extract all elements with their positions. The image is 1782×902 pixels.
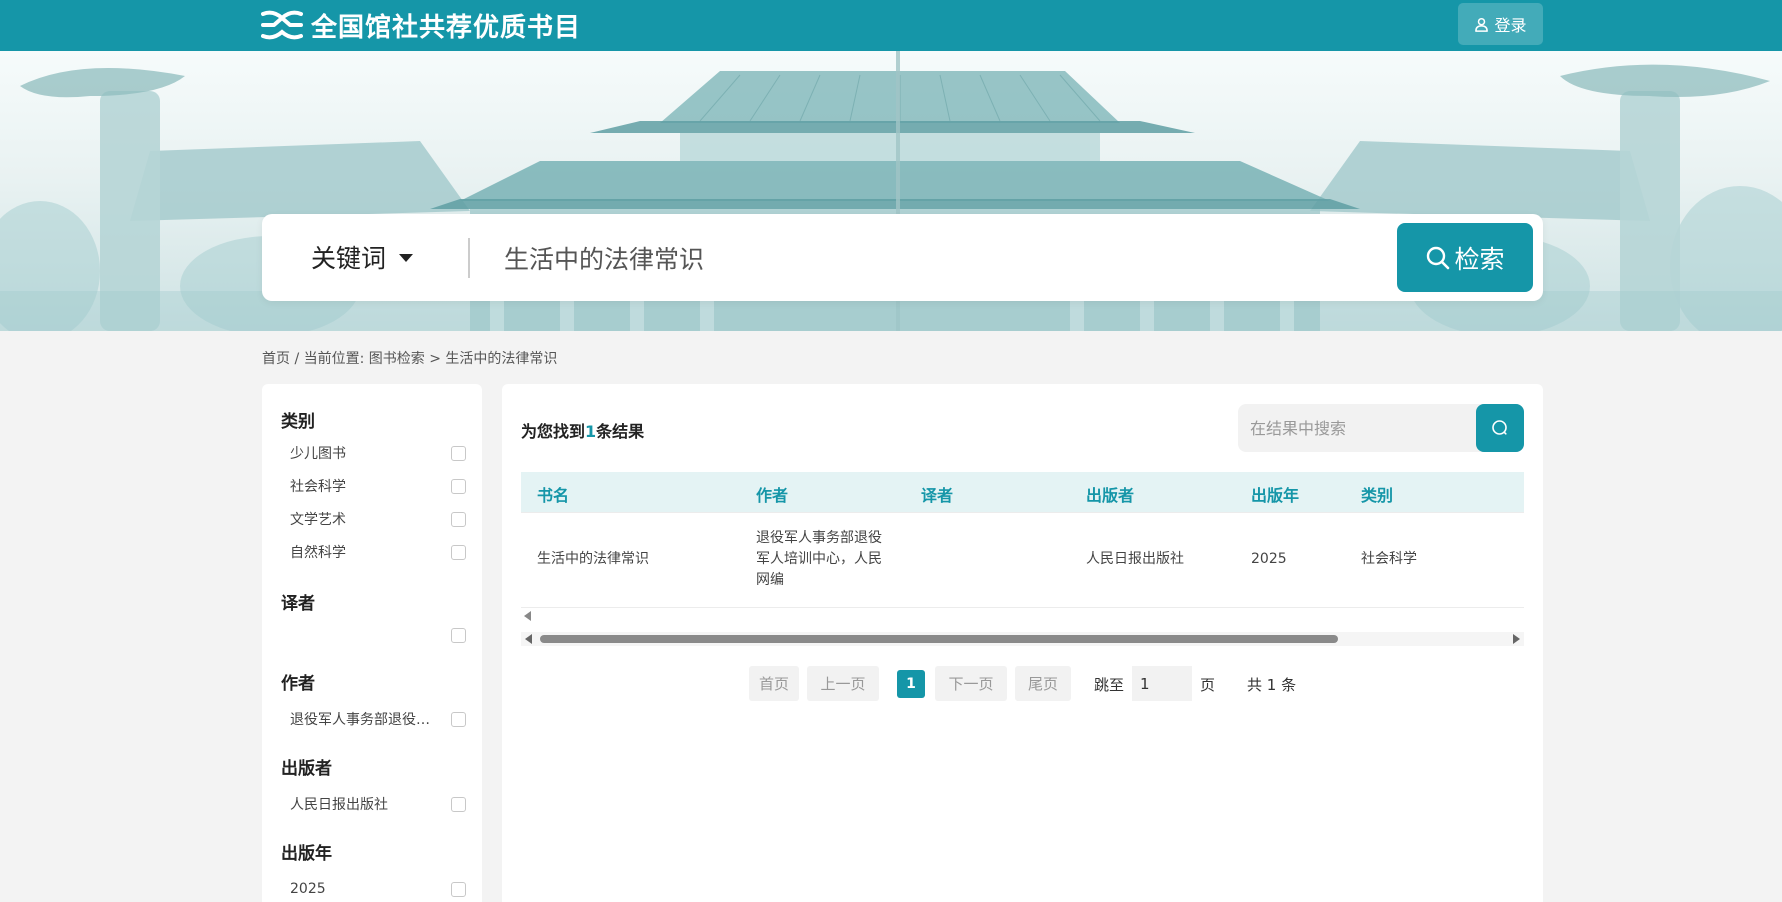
logo-icon [261, 10, 303, 40]
facet-checkbox[interactable] [451, 711, 466, 727]
results-table: 书名 作者 译者 出版者 出版年 类别 生活中的法律常识 退役军人事务部退役军人… [521, 472, 1524, 608]
search-icon [1427, 246, 1450, 269]
scroll-left-icon[interactable] [524, 611, 531, 621]
facet-label: 退役军人事务部退役军人培训中心，人民网编 [290, 712, 430, 728]
result-count: 为您找到1条结果 [521, 418, 644, 442]
search-icon [1492, 420, 1507, 435]
column-header-title[interactable]: 书名 [537, 482, 569, 506]
facet-label: 文学艺术 [290, 512, 346, 528]
table-header: 书名 作者 译者 出版者 出版年 类别 [521, 472, 1524, 512]
column-header-year[interactable]: 出版年 [1251, 482, 1299, 506]
search-within-button[interactable] [1476, 404, 1524, 452]
column-header-publisher[interactable]: 出版者 [1086, 482, 1134, 506]
search-field-label: 关键词 [311, 244, 387, 273]
column-header-category[interactable]: 类别 [1361, 482, 1393, 506]
facet-checkbox[interactable] [451, 445, 466, 461]
facet-label: 人民日报出版社 [290, 797, 388, 813]
scrollbar-thumb[interactable] [540, 635, 1338, 643]
column-header-author[interactable]: 作者 [756, 482, 788, 506]
first-page-button[interactable]: 首页 [749, 666, 799, 701]
last-page-button[interactable]: 尾页 [1015, 666, 1071, 701]
search-within-input[interactable] [1250, 416, 1470, 440]
facet-checkbox[interactable] [451, 796, 466, 812]
facet-checkbox[interactable] [451, 544, 466, 560]
page-unit-label: 页 [1200, 676, 1216, 694]
total-count: 共 1 条 [1247, 676, 1297, 694]
facet-checkbox[interactable] [451, 511, 466, 527]
jump-page-input[interactable] [1132, 666, 1192, 701]
search-input[interactable] [504, 236, 1404, 280]
prev-page-button[interactable]: 上一页 [807, 666, 879, 701]
cell-category: 社会科学 [1361, 551, 1417, 567]
jump-label: 跳至 [1094, 676, 1125, 694]
search-button-label: 检索 [1454, 244, 1505, 274]
facet-item-publisher[interactable]: 人民日报出版社 [290, 793, 466, 815]
cell-publisher: 人民日报出版社 [1086, 551, 1184, 567]
login-button[interactable]: 登录 [1458, 3, 1543, 45]
facet-label: 少儿图书 [290, 446, 346, 462]
facet-label: 社会科学 [290, 479, 346, 495]
facet-checkbox[interactable] [451, 478, 466, 494]
search-field-dropdown[interactable]: 关键词 [311, 238, 414, 276]
search-within-results [1238, 404, 1524, 452]
facet-item-translator[interactable] [290, 624, 466, 646]
facet-title-year: 出版年 [281, 844, 332, 864]
caret-down-icon [399, 254, 414, 262]
login-label: 登录 [1494, 16, 1527, 35]
scroll-left-arrow-icon[interactable] [525, 634, 532, 644]
facet-title-translator: 译者 [281, 594, 315, 614]
cell-title[interactable]: 生活中的法律常识 [537, 549, 649, 570]
facet-item-category[interactable]: 社会科学 [290, 475, 466, 497]
facet-title-publisher: 出版者 [281, 759, 332, 779]
filter-sidebar: 类别 少儿图书 社会科学 文学艺术 自然科学 译者 作者 退役军人事务部退役军人… [262, 384, 482, 902]
search-button[interactable]: 检索 [1397, 223, 1533, 292]
facet-item-author[interactable]: 退役军人事务部退役军人培训中心，人民网编 [290, 708, 466, 730]
pagination: 首页 上一页 1 下一页 尾页 跳至 页 共 1 条 [502, 666, 1543, 702]
scroll-right-arrow-icon[interactable] [1513, 634, 1520, 644]
result-count-prefix: 为您找到 [521, 422, 586, 441]
result-count-suffix: 条结果 [596, 422, 645, 441]
facet-item-category[interactable]: 少儿图书 [290, 442, 466, 464]
facet-label: 2025 [290, 881, 326, 897]
search-bar: 关键词 检索 [262, 214, 1543, 301]
facet-checkbox[interactable] [451, 627, 466, 643]
facet-title-category: 类别 [281, 412, 315, 432]
cell-year: 2025 [1251, 551, 1287, 567]
column-header-translator[interactable]: 译者 [921, 482, 953, 506]
search-divider [468, 238, 470, 278]
facet-item-category[interactable]: 自然科学 [290, 541, 466, 563]
site-title: 全国馆社共荐优质书目 [311, 12, 582, 43]
top-header-bar: 全国馆社共荐优质书目 登录 [0, 0, 1782, 51]
results-panel: 为您找到1条结果 书名 作者 译者 出版者 出版年 类别 生活中的法律常识 退役… [502, 384, 1543, 902]
current-page-button[interactable]: 1 [897, 670, 925, 698]
table-row[interactable]: 生活中的法律常识 退役军人事务部退役军人培训中心，人民网编 人民日报出版社 20… [521, 512, 1524, 608]
facet-item-year[interactable]: 2025 [290, 878, 466, 900]
facet-title-author: 作者 [281, 674, 315, 694]
facet-label: 自然科学 [290, 545, 346, 561]
result-count-number: 1 [585, 422, 597, 441]
user-icon [1475, 17, 1489, 32]
next-page-button[interactable]: 下一页 [935, 666, 1007, 701]
horizontal-scrollbar[interactable] [521, 632, 1524, 646]
facet-checkbox[interactable] [451, 881, 466, 897]
cell-author: 退役军人事务部退役军人培训中心，人民网编 [756, 530, 882, 588]
site-logo[interactable]: 全国馆社共荐优质书目 [261, 8, 582, 43]
facet-item-category[interactable]: 文学艺术 [290, 508, 466, 530]
breadcrumb[interactable]: 首页 / 当前位置: 图书检索 > 生活中的法律常识 [262, 348, 557, 368]
